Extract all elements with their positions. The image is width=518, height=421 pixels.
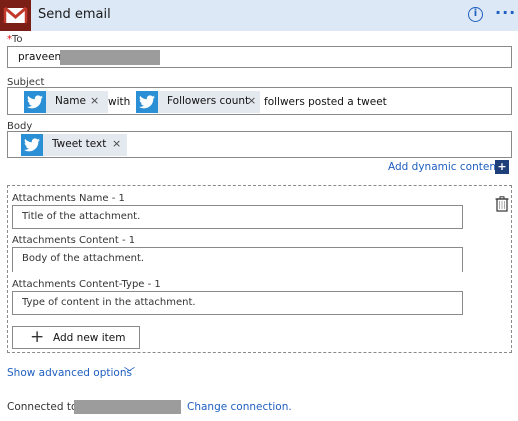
- info-icon[interactable]: i: [468, 7, 483, 22]
- attachment-name-input[interactable]: Title of the attachment.: [12, 205, 463, 229]
- delete-item-icon[interactable]: [495, 196, 509, 212]
- attachment-name-label: Attachments Name - 1: [12, 193, 125, 204]
- to-value: praveen: [18, 51, 62, 63]
- attachment-content-placeholder: Body of the attachment.: [22, 253, 145, 264]
- attachment-type-placeholder: Type of content in the attachment.: [22, 297, 196, 308]
- subject-trailing-text: follwers posted a tweet: [264, 96, 387, 108]
- add-new-item-button[interactable]: + Add new item: [12, 326, 140, 349]
- add-dynamic-content-icon[interactable]: +: [495, 160, 509, 174]
- more-options-icon[interactable]: ···: [495, 3, 516, 22]
- action-title: Send email: [38, 7, 111, 22]
- attachment-content-label: Attachments Content - 1: [12, 235, 136, 246]
- token-remove-icon[interactable]: ×: [247, 94, 256, 107]
- plus-icon: +: [30, 327, 45, 347]
- token-label: Followers count: [167, 95, 250, 107]
- redacted-email: [60, 50, 160, 65]
- subject-with-text: with: [108, 96, 131, 108]
- token-remove-icon[interactable]: ×: [112, 137, 121, 150]
- action-header[interactable]: Send email i ···: [0, 0, 518, 31]
- to-field[interactable]: praveen: [7, 46, 512, 68]
- show-advanced-options-link[interactable]: Show advanced options: [7, 367, 132, 379]
- redacted-account: [74, 400, 181, 414]
- add-dynamic-content-link[interactable]: Add dynamic content: [388, 161, 500, 173]
- add-new-item-label: Add new item: [53, 332, 126, 344]
- gmail-icon: [0, 0, 31, 31]
- token-label: Tweet text: [52, 138, 107, 150]
- connected-to-label: Connected to: [7, 401, 78, 413]
- body-field[interactable]: Tweet text ×: [7, 131, 512, 158]
- token-remove-icon[interactable]: ×: [90, 94, 99, 107]
- subject-token-name[interactable]: Name ×: [24, 91, 108, 113]
- twitter-icon: [24, 91, 46, 113]
- change-connection-link[interactable]: Change connection.: [187, 401, 292, 413]
- attachment-type-input[interactable]: Type of content in the attachment.: [12, 291, 463, 315]
- token-label: Name: [55, 95, 86, 107]
- twitter-icon: [21, 134, 43, 156]
- to-label-text: To: [12, 34, 23, 45]
- subject-token-followers[interactable]: Followers count ×: [136, 91, 260, 113]
- attachment-name-placeholder: Title of the attachment.: [22, 211, 141, 222]
- attachment-type-label: Attachments Content-Type - 1: [12, 279, 161, 290]
- attachment-content-input[interactable]: Body of the attachment.: [12, 247, 463, 272]
- twitter-icon: [136, 91, 158, 113]
- to-label: *To: [7, 34, 23, 45]
- subject-field[interactable]: Name × with Followers count × follwers p…: [7, 87, 512, 115]
- chevron-down-icon[interactable]: ﹀: [124, 364, 135, 380]
- body-token-tweet-text[interactable]: Tweet text ×: [21, 134, 127, 156]
